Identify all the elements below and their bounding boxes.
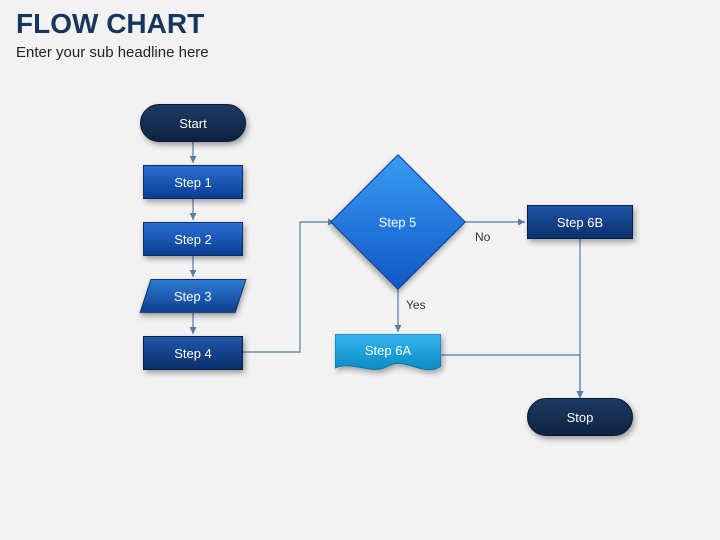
node-step6a-label: Step 6A: [365, 343, 412, 358]
node-step2-label: Step 2: [174, 232, 212, 247]
page-subtitle: Enter your sub headline here: [16, 44, 209, 61]
node-step6b: Step 6B: [527, 205, 633, 239]
page-title: FLOW CHART: [16, 8, 204, 40]
node-step4-label: Step 4: [174, 346, 212, 361]
node-step5-label: Step 5: [379, 215, 417, 230]
node-step6a: Step 6A: [335, 334, 441, 380]
node-step1: Step 1: [143, 165, 243, 199]
node-step5: Step 5: [330, 154, 466, 290]
node-stop-label: Stop: [567, 410, 594, 425]
node-start-label: Start: [179, 116, 206, 131]
node-step4: Step 4: [143, 336, 243, 370]
node-step1-label: Step 1: [174, 175, 212, 190]
connectors: [0, 0, 720, 540]
node-step6b-label: Step 6B: [557, 215, 603, 230]
node-step2: Step 2: [143, 222, 243, 256]
node-step3: Step 3: [139, 279, 246, 313]
node-start: Start: [140, 104, 246, 142]
node-step3-label: Step 3: [174, 289, 212, 304]
edge-label-yes: Yes: [406, 298, 426, 312]
node-stop: Stop: [527, 398, 633, 436]
edge-label-no: No: [475, 230, 490, 244]
